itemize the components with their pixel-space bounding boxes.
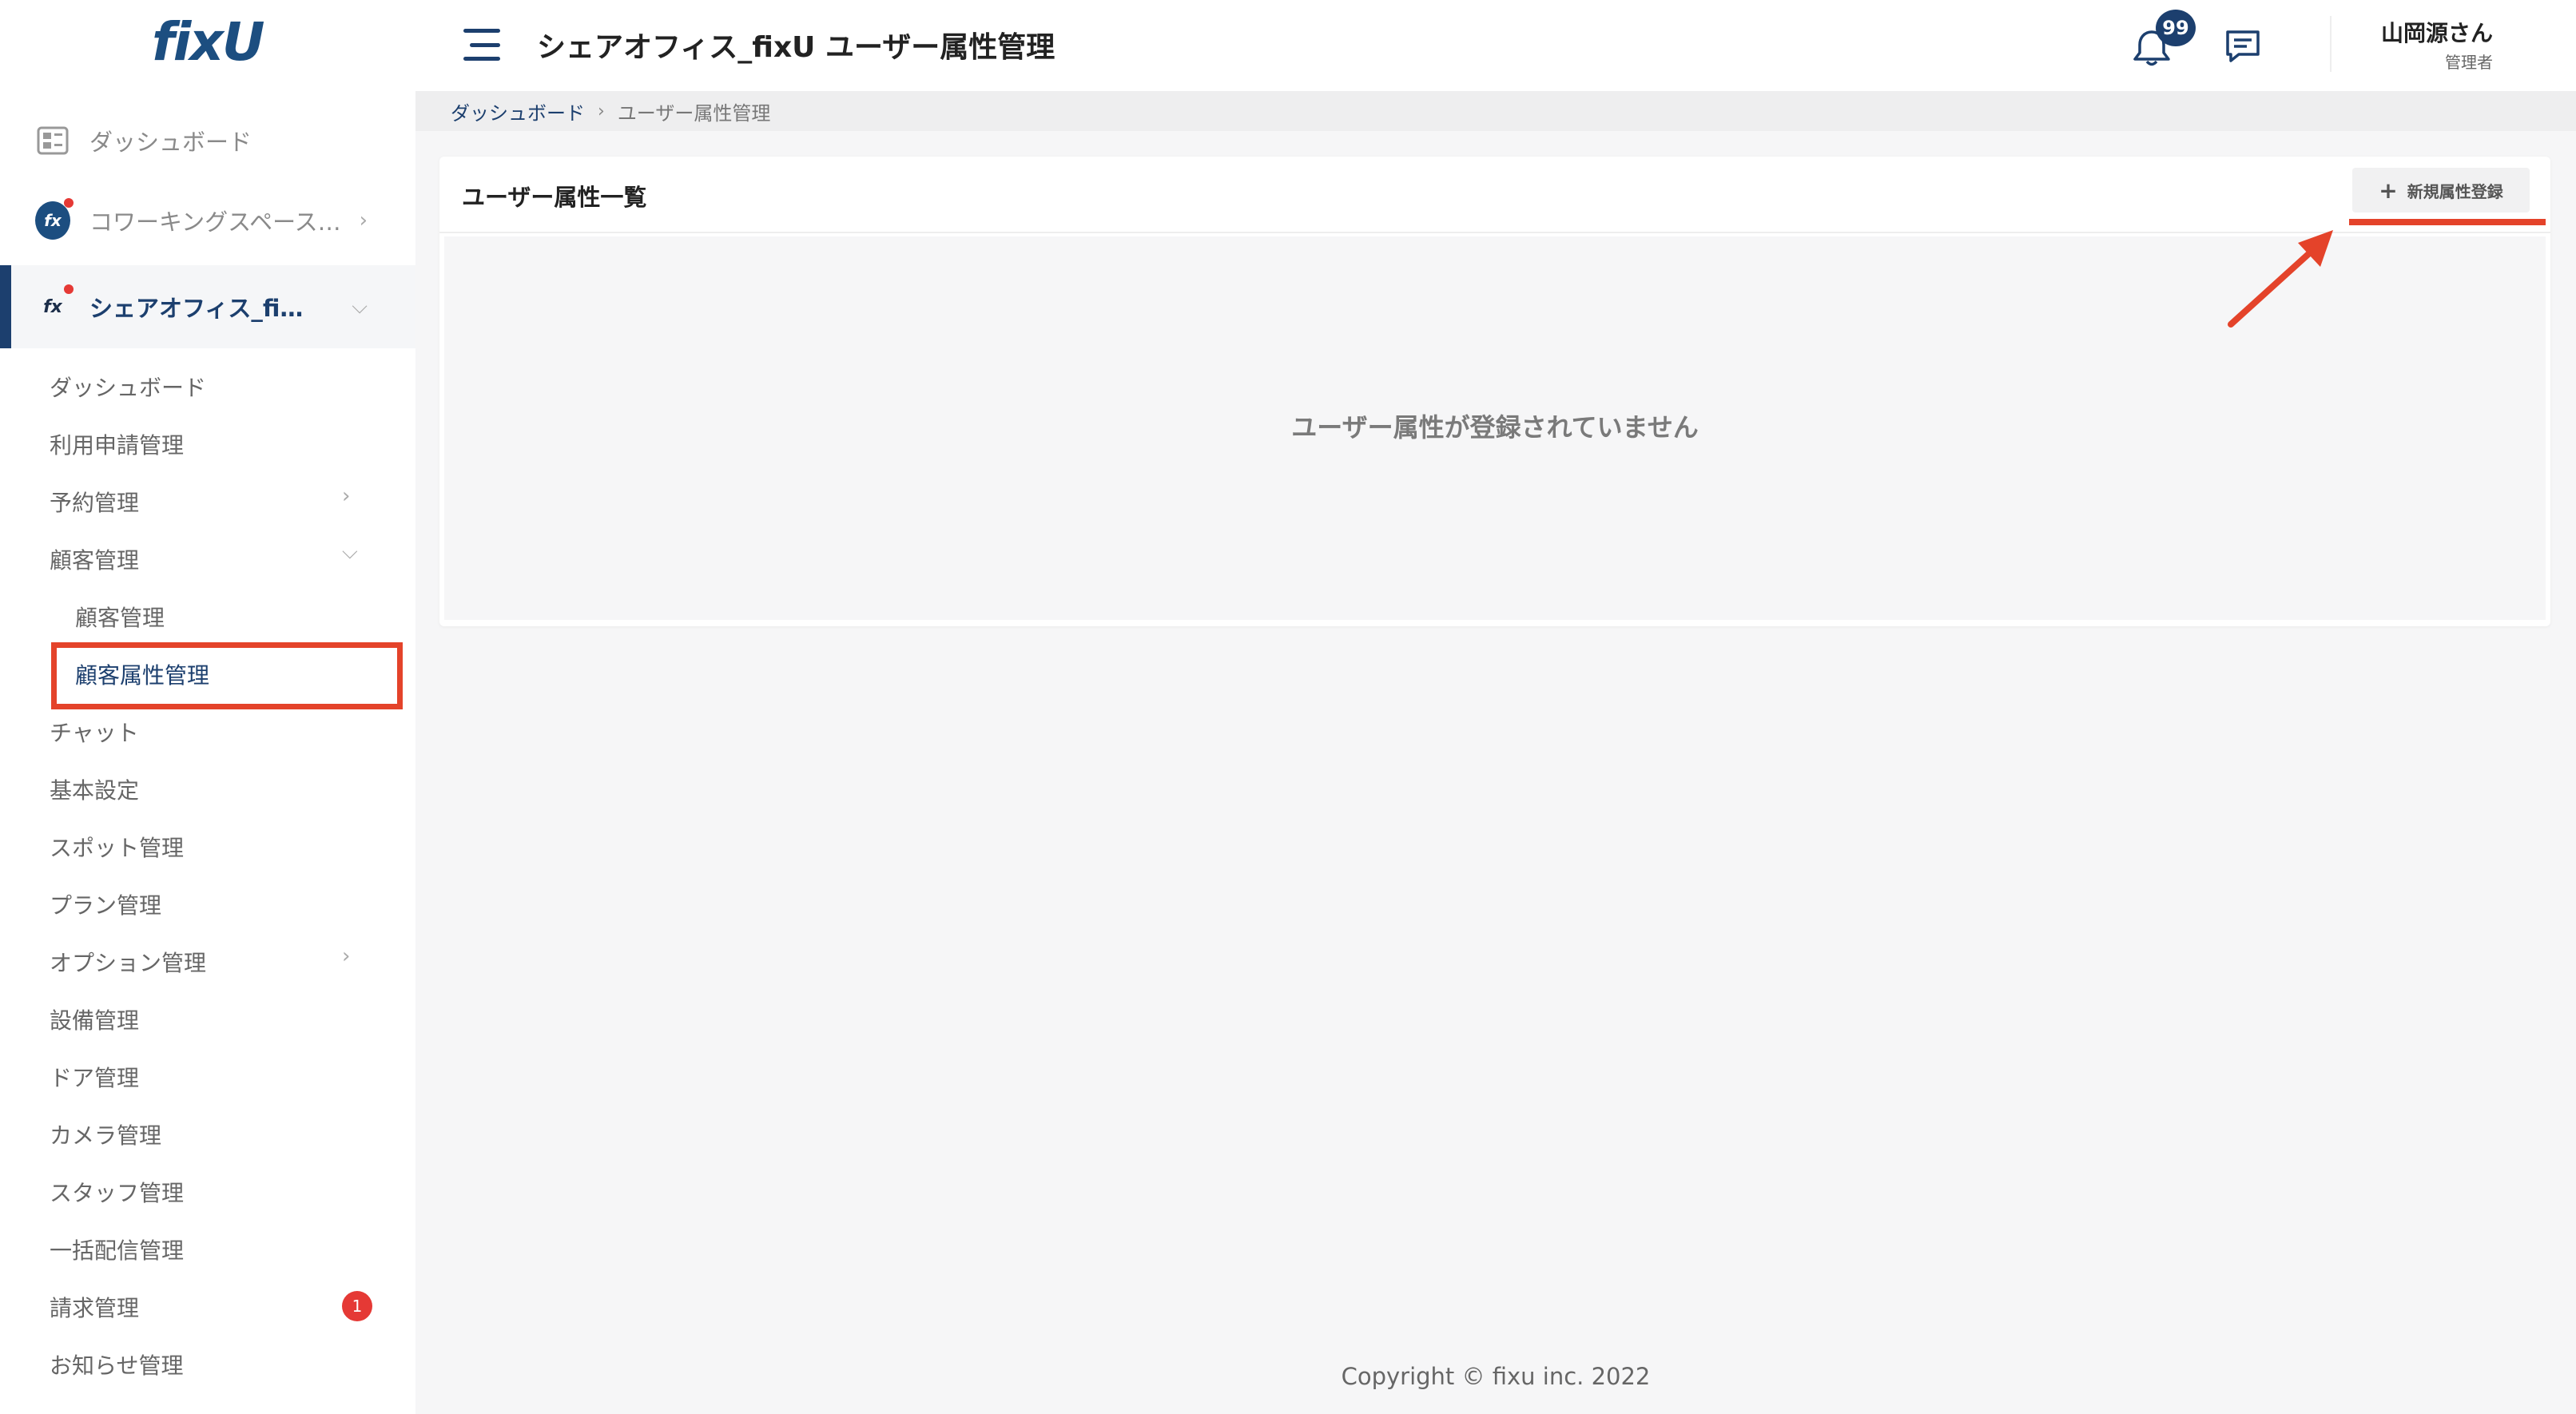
sidebar-item-label: コワーキングスペース…: [89, 209, 341, 236]
sidebar-subitem-cameras[interactable]: カメラ管理: [50, 1118, 161, 1150]
chevron-right-icon: ›: [598, 101, 605, 121]
billing-badge: 1: [342, 1291, 372, 1321]
sidebar-subitem-dashboard[interactable]: ダッシュボード: [50, 371, 206, 403]
sidebar-subitem-options[interactable]: オプション管理: [50, 946, 206, 978]
page-title: シェアオフィス_fixU ユーザー属性管理: [537, 31, 1055, 64]
chevron-down-icon: ⌵: [352, 294, 368, 319]
sidebar-subitem-billing[interactable]: 請求管理: [50, 1291, 139, 1323]
sidebar-subitem-staff[interactable]: スタッフ管理: [50, 1176, 184, 1208]
top-header: シェアオフィス_fixU ユーザー属性管理 99 山岡源さん 管理者: [415, 0, 2576, 91]
fixu-icon: fx: [35, 198, 74, 240]
sidebar-item-coworking[interactable]: fx コワーキングスペース… ›: [0, 182, 415, 259]
annotation-highlight-box: [51, 642, 403, 709]
sidebar-subitem-spots[interactable]: スポット管理: [50, 831, 184, 863]
breadcrumb-current: ユーザー属性管理: [617, 101, 771, 125]
sidebar-item-label: シェアオフィス_fi…: [89, 295, 304, 322]
chevron-right-icon: ›: [359, 209, 368, 232]
plus-icon: +: [2379, 177, 2398, 204]
new-attribute-button[interactable]: + 新規属性登録: [2352, 168, 2530, 212]
sidebar-subitem-broadcast[interactable]: 一括配信管理: [50, 1233, 184, 1265]
header-divider: [2330, 16, 2332, 72]
dashboard-icon: [35, 123, 70, 158]
chevron-down-icon: ⌵: [342, 540, 358, 564]
breadcrumb-home-link[interactable]: ダッシュボード: [451, 97, 585, 125]
notification-dot: [64, 284, 74, 294]
card-title: ユーザー属性一覧: [462, 184, 647, 211]
sidebar-subitem-customer-list[interactable]: 顧客管理: [75, 601, 165, 633]
notification-count-badge: 99: [2156, 10, 2196, 46]
user-role: 管理者: [2445, 53, 2493, 72]
active-indicator: [0, 265, 11, 348]
annotation-underline: [2349, 219, 2546, 225]
sidebar-subitem-plans[interactable]: プラン管理: [50, 888, 161, 920]
breadcrumb: ダッシュボード › ユーザー属性管理: [415, 91, 2576, 131]
chevron-right-icon: ›: [342, 484, 351, 508]
sidebar: fixU ダッシュボード fx コワーキングスペース… › fx シェアオフィス…: [0, 0, 415, 1414]
annotation-arrow-icon: [2228, 230, 2333, 328]
user-name[interactable]: 山岡源さん: [2373, 16, 2493, 48]
sidebar-subitem-reservations[interactable]: 予約管理: [50, 486, 139, 518]
sidebar-subitem-doors[interactable]: ドア管理: [50, 1061, 139, 1093]
sidebar-item-label: ダッシュボード: [89, 129, 252, 156]
chevron-right-icon: ›: [342, 944, 351, 968]
card-header: ユーザー属性一覧 + 新規属性登録: [439, 157, 2550, 233]
sidebar-subitem-basic-settings[interactable]: 基本設定: [50, 773, 139, 805]
sidebar-subitem-facilities[interactable]: 設備管理: [50, 1003, 139, 1035]
new-attribute-button-label: 新規属性登録: [2407, 181, 2503, 201]
sidebar-item-shareoffice[interactable]: fx シェアオフィス_fi… ⌵: [0, 265, 415, 348]
notification-dot: [64, 198, 74, 208]
fixu-logo[interactable]: fixU: [152, 11, 265, 75]
app-root: fixU ダッシュボード fx コワーキングスペース… › fx シェアオフィス…: [0, 0, 2576, 1414]
empty-state-message: ユーザー属性が登録されていません: [1291, 412, 1699, 443]
chat-icon[interactable]: [2223, 27, 2263, 66]
sidebar-subitem-announcements[interactable]: お知らせ管理: [50, 1348, 183, 1380]
fixu-icon: fx: [35, 284, 74, 324]
sidebar-item-dashboard[interactable]: ダッシュボード: [0, 102, 415, 179]
sidebar-subitem-chat[interactable]: チャット: [50, 716, 139, 748]
sidebar-subitem-customers[interactable]: 顧客管理: [50, 543, 139, 575]
hamburger-menu-icon[interactable]: [463, 29, 500, 61]
sidebar-subitem-usage-requests[interactable]: 利用申請管理: [50, 428, 184, 460]
footer-copyright: Copyright © fixu inc. 2022: [1341, 1363, 1651, 1390]
